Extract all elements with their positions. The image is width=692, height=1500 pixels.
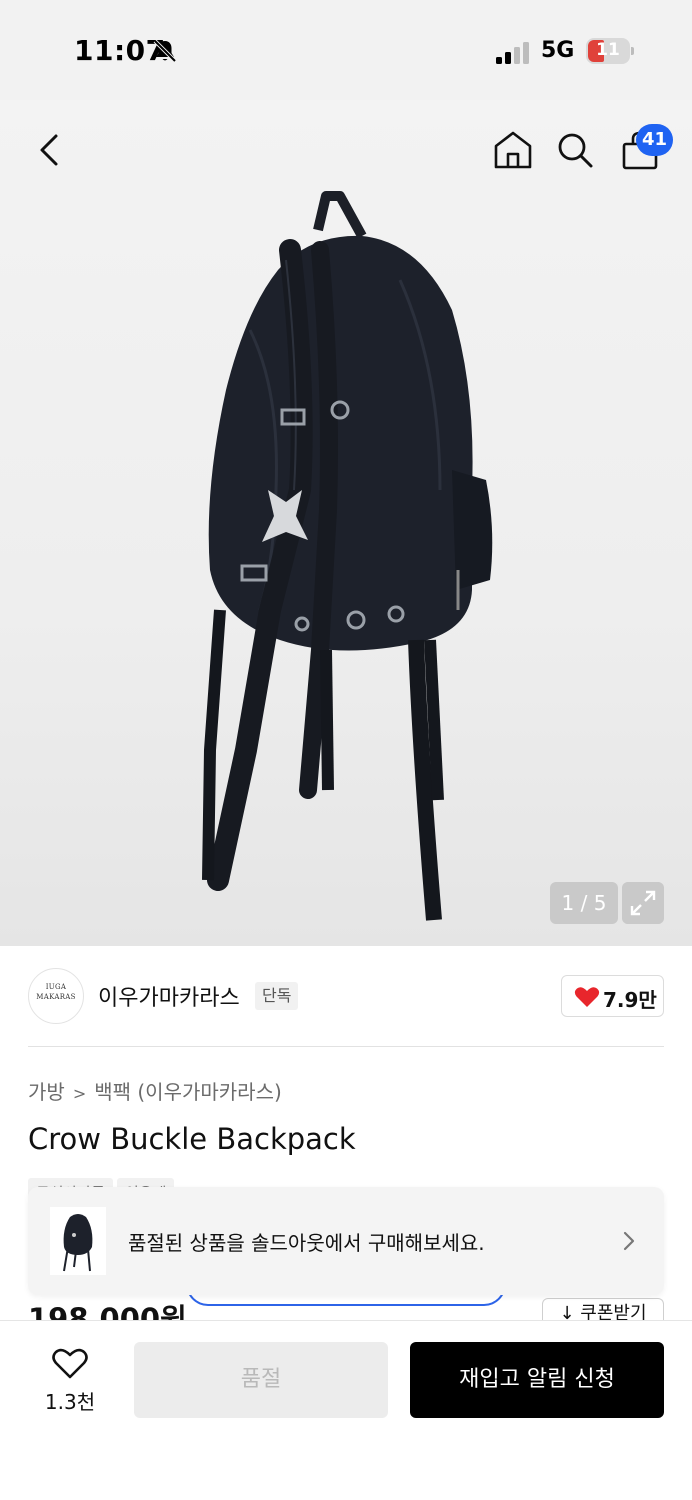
brand-logo-text-1: IUGA: [45, 983, 67, 991]
breadcrumb-separator: >: [72, 1084, 87, 1103]
product-image: [202, 191, 493, 921]
chevron-right-icon: [623, 1231, 635, 1251]
breadcrumb: 가방 > 백팩 (이우가마카라스): [28, 1076, 282, 1105]
bell-off-icon: [153, 39, 177, 63]
brand-logo-text-2: MAKARAS: [36, 993, 76, 1001]
network-type: 5G: [541, 38, 575, 63]
restock-alert-button[interactable]: 재입고 알림 신청: [410, 1342, 664, 1418]
brand-name[interactable]: 이우가마카라스: [98, 980, 240, 1012]
wishlist-button[interactable]: 1.3천: [30, 1340, 110, 1420]
image-page-indicator: 1 / 5: [550, 882, 618, 924]
soldout-toast[interactable]: 품절된 상품을 솔드아웃에서 구매해보세요.: [28, 1187, 664, 1295]
heart-outline-icon: [52, 1348, 88, 1379]
brand-like-count: 7.9만: [603, 988, 657, 1012]
breadcrumb-category[interactable]: 가방: [28, 1080, 65, 1104]
expand-icon[interactable]: [622, 882, 664, 924]
battery-level: 11: [596, 40, 620, 60]
product-title: Crow Buckle Backpack: [28, 1122, 356, 1156]
heart-filled-icon: [574, 987, 600, 1007]
status-bar: 11:07 5G 11: [0, 0, 692, 100]
brand-like-button[interactable]: 7.9만: [561, 975, 664, 1017]
soldout-button: 품절: [134, 1342, 388, 1418]
toast-product-thumbnail: [50, 1207, 106, 1275]
cart-count-badge: 41: [636, 124, 674, 156]
divider: [28, 1046, 664, 1047]
toast-message: 품절된 상품을 솔드아웃에서 구매해보세요.: [128, 1231, 485, 1255]
search-icon[interactable]: [554, 128, 596, 172]
battery-icon: 11: [586, 38, 634, 64]
home-icon[interactable]: [492, 128, 534, 172]
back-chevron-icon[interactable]: [30, 128, 70, 172]
breadcrumb-subcategory[interactable]: 백팩 (이우가마카라스): [94, 1080, 282, 1104]
wishlist-count: 1.3천: [44, 1390, 96, 1414]
brand-logo[interactable]: IUGA MAKARAS: [28, 968, 84, 1024]
product-price: 198,000원: [28, 1302, 187, 1320]
cellular-signal-icon: [496, 42, 529, 64]
exclusive-badge: 단독: [255, 982, 299, 1010]
